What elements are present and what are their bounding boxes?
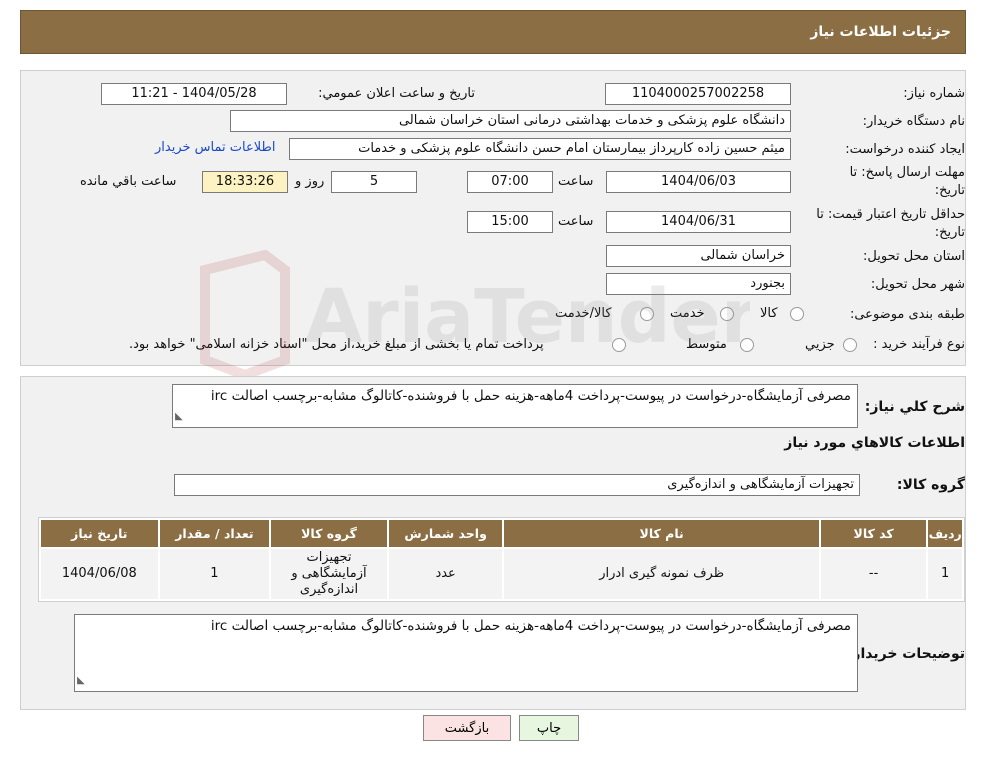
col-date: تاريخ نياز xyxy=(41,520,158,547)
table-header-row: رديف کد کالا نام کالا واحد شمارش گروه کا… xyxy=(41,520,962,547)
need-number-label: شماره نیاز: xyxy=(903,86,965,101)
validity-label: حداقل تاريخ اعتبار قيمت: تا تاريخ: xyxy=(816,206,965,242)
summary-textarea[interactable]: مصرفی آزمایشگاه-درخواست در پیوست-پرداخت … xyxy=(172,384,858,428)
buyer-notes-text: مصرفی آزمایشگاه-درخواست در پیوست-پرداخت … xyxy=(210,618,851,634)
col-qty: تعداد / مقدار xyxy=(159,520,270,547)
resize-grip-icon[interactable]: ◢ xyxy=(77,672,85,690)
resize-grip-icon[interactable]: ◢ xyxy=(175,408,183,426)
creator-field: میثم حسین زاده کارپرداز بیمارستان امام ح… xyxy=(289,138,791,160)
category-radio-service[interactable] xyxy=(720,307,734,321)
goods-group-label: گروه کالا: xyxy=(896,477,965,493)
table-row: 1 -- ظرف نمونه گیری ادرار عدد تجهيزات آز… xyxy=(41,549,962,599)
buyer-contact-link[interactable]: اطلاعات تماس خريدار xyxy=(155,140,275,155)
deadline-time-field: 07:00 xyxy=(467,171,553,193)
remaining-label: ساعت باقي مانده xyxy=(80,174,177,189)
process-option-medium: متوسط xyxy=(686,337,727,352)
category-label: طبقه بندی موضوعی: xyxy=(849,307,965,322)
deadline-time-label: ساعت xyxy=(558,174,594,189)
process-radio-treasury[interactable] xyxy=(612,338,626,352)
col-code: کد کالا xyxy=(820,520,927,547)
city-field: بجنورد xyxy=(606,273,791,295)
validity-label-line2: تاريخ: xyxy=(934,225,965,240)
process-radio-minor[interactable] xyxy=(843,338,857,352)
page-header: جزئیات اطلاعات نیاز xyxy=(20,10,966,54)
deadline-date-field: 1404/06/03 xyxy=(606,171,791,193)
city-label: شهر محل تحويل: xyxy=(870,277,965,292)
buyer-notes-label: توضيحات خريدار: xyxy=(846,646,965,662)
process-radio-medium[interactable] xyxy=(740,338,754,352)
process-label: نوع فرآيند خريد : xyxy=(873,337,965,352)
back-button[interactable]: بازگشت xyxy=(423,715,511,741)
goods-group-field: تجهیزات آزمایشگاهی و اندازه‌گیری xyxy=(174,474,860,496)
buyer-notes-textarea[interactable]: مصرفی آزمایشگاه-درخواست در پیوست-پرداخت … xyxy=(74,614,858,692)
cell-date: 1404/06/08 xyxy=(41,549,158,599)
summary-text: مصرفی آزمایشگاه-درخواست در پیوست-پرداخت … xyxy=(210,388,851,404)
goods-table: رديف کد کالا نام کالا واحد شمارش گروه کا… xyxy=(38,517,965,602)
announce-field: 1404/05/28 - 11:21 xyxy=(101,83,287,105)
category-option-service: خدمت xyxy=(670,306,705,321)
goods-section-title: اطلاعات کالاهاي مورد نياز xyxy=(784,435,965,451)
summary-label: شرح کلي نياز: xyxy=(864,399,965,415)
category-radio-both[interactable] xyxy=(640,307,654,321)
process-note: پرداخت تمام يا بخشی از مبلغ خريد،از محل … xyxy=(129,337,544,352)
buyer-org-label: نام دستگاه خريدار: xyxy=(862,114,965,129)
col-unit: واحد شمارش xyxy=(388,520,503,547)
buyer-org-field: دانشگاه علوم پزشکی و خدمات بهداشتی درمان… xyxy=(230,110,791,132)
category-option-goods: کالا xyxy=(760,306,778,321)
deadline-label-line1: مهلت ارسال پاسخ: تا xyxy=(849,165,965,180)
print-button[interactable]: چاپ xyxy=(519,715,579,741)
cell-code: -- xyxy=(820,549,927,599)
category-radio-goods[interactable] xyxy=(790,307,804,321)
validity-label-line1: حداقل تاريخ اعتبار قيمت: تا xyxy=(816,207,965,222)
cell-qty: 1 xyxy=(159,549,270,599)
deadline-label: مهلت ارسال پاسخ: تا تاريخ: xyxy=(850,164,965,200)
col-name: نام کالا xyxy=(504,520,819,547)
cell-row: 1 xyxy=(928,549,962,599)
cell-group: تجهيزات آزمايشگاهی و اندازه‌گيری xyxy=(271,549,387,599)
days-label: روز و xyxy=(295,174,325,189)
validity-time-field: 15:00 xyxy=(467,211,553,233)
days-field: 5 xyxy=(331,171,417,193)
cell-name: ظرف نمونه گیری ادرار xyxy=(504,549,819,599)
validity-date-field: 1404/06/31 xyxy=(606,211,791,233)
remaining-time-field: 18:33:26 xyxy=(202,171,288,193)
process-option-minor: جزيي xyxy=(805,337,835,352)
validity-time-label: ساعت xyxy=(558,214,594,229)
creator-label: ايجاد کننده درخواست: xyxy=(845,142,965,157)
col-row: رديف xyxy=(928,520,962,547)
announce-label: تاریخ و ساعت اعلان عمومي: xyxy=(318,86,475,101)
cell-unit: عدد xyxy=(388,549,503,599)
category-option-both: کالا/خدمت xyxy=(555,306,612,321)
col-group: گروه کالا xyxy=(271,520,387,547)
province-field: خراسان شمالی xyxy=(606,245,791,267)
deadline-label-line2: تاريخ: xyxy=(934,183,965,198)
province-label: استان محل تحويل: xyxy=(863,249,965,264)
need-number-field: 1104000257002258 xyxy=(605,83,791,105)
